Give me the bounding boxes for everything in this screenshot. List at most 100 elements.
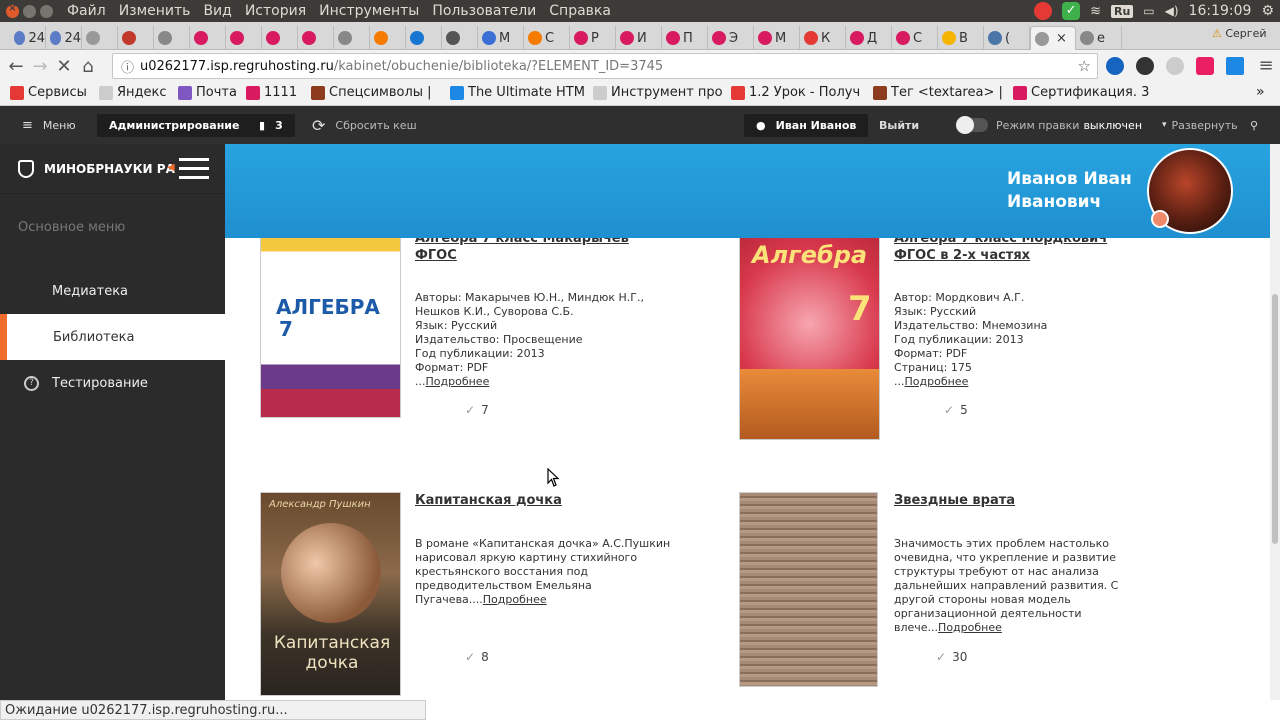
profile-name[interactable]: Иванов Иван Иванович [1007, 168, 1147, 214]
wifi-icon[interactable]: ≋ [1090, 4, 1101, 19]
battery-icon[interactable]: ▭ [1143, 4, 1154, 18]
menu-edit[interactable]: Изменить [119, 3, 191, 19]
menu-tools[interactable]: Инструменты [319, 3, 419, 19]
browser-tab[interactable]: С [524, 26, 570, 50]
scrollbar-thumb[interactable] [1272, 294, 1278, 544]
likes-counter[interactable]: ✓ 30 [936, 650, 967, 664]
extension-icon-3[interactable] [1166, 57, 1184, 75]
sidebar-item-biblioteka[interactable]: Библиотека [0, 314, 225, 360]
bookmark-item[interactable]: 1.2 Урок - Получ [731, 85, 860, 100]
sidebar-item-testirovanie[interactable]: ? Тестирование [0, 360, 225, 406]
expand-button[interactable]: ▾ Развернуть [1162, 106, 1238, 144]
window-maximize-button[interactable] [40, 4, 53, 18]
bookmark-item[interactable]: Тег <textarea> | [873, 85, 1003, 100]
browser-tab[interactable]: М [754, 26, 800, 50]
book-title[interactable]: Алгебра 7 класс Макарычев ФГОС [415, 238, 675, 264]
power-gear-icon[interactable]: ⚙ [1261, 3, 1274, 19]
book-cover[interactable]: Александр Пушкин Капитанская дочка [260, 492, 401, 696]
menu-help[interactable]: Справка [549, 3, 611, 19]
tab-close-icon[interactable]: × [1056, 31, 1067, 46]
home-button[interactable]: ⌂ [76, 56, 100, 77]
avatar[interactable] [1147, 148, 1233, 234]
browser-tab[interactable]: В [938, 26, 984, 50]
extension-icon-2[interactable] [1136, 57, 1154, 75]
browser-tab[interactable] [262, 26, 298, 50]
sidebar-item-mediateka[interactable]: Медиатека [0, 268, 225, 314]
bookmark-star-icon[interactable]: ☆ [1078, 57, 1091, 75]
bookmark-item[interactable]: Почта [178, 85, 237, 100]
browser-tab[interactable]: К [800, 26, 846, 50]
browser-tab[interactable] [154, 26, 190, 50]
toggle-switch[interactable] [956, 116, 988, 134]
administration-button[interactable]: Администрирование [97, 113, 252, 137]
profile-warning[interactable]: ⚠ Сергей [1212, 27, 1267, 40]
admin-menu-button[interactable]: ≡ Меню [22, 106, 76, 144]
browser-tab[interactable] [406, 26, 442, 50]
browser-tab[interactable] [190, 26, 226, 50]
extension-icon-5[interactable] [1226, 57, 1244, 75]
browser-tab[interactable]: И [616, 26, 662, 50]
window-close-button[interactable]: × [6, 3, 19, 18]
hamburger-icon[interactable] [179, 158, 209, 185]
url-field[interactable]: ⓘ u0262177.isp.regruhosting.ru/kabinet/o… [112, 53, 1098, 79]
browser-tab[interactable]: Д [846, 26, 892, 50]
notifications-button[interactable]: ▮ 3 [247, 113, 295, 137]
clock[interactable]: 16:19:09 [1189, 3, 1252, 19]
browser-tab[interactable]: × [1030, 26, 1076, 50]
likes-counter[interactable]: ✓ 7 [465, 403, 489, 417]
browser-tab[interactable] [226, 26, 262, 50]
book-title[interactable]: Алгебра 7 класс Мордкович ФГОС в 2-х час… [894, 238, 1154, 264]
record-icon[interactable] [1034, 2, 1053, 20]
sidebar-brand[interactable]: МИНОБРНАУКИ РА ◀ [0, 144, 225, 194]
bookmark-item[interactable]: Инструмент про [593, 85, 723, 100]
browser-tab[interactable] [118, 26, 154, 50]
browser-tab[interactable]: М [478, 26, 524, 50]
collapse-arrow-icon[interactable]: ◀ [167, 162, 175, 173]
more-link[interactable]: Подробнее [483, 593, 547, 606]
info-icon[interactable]: ⓘ [121, 57, 134, 76]
browser-tab[interactable]: Э [708, 26, 754, 50]
more-link[interactable]: Подробнее [905, 375, 969, 388]
bookmarks-overflow-icon[interactable]: » [1256, 84, 1265, 100]
stop-loading-button[interactable]: ✕ [52, 56, 76, 77]
more-link[interactable]: Подробнее [426, 375, 490, 388]
browser-tab[interactable] [334, 26, 370, 50]
logout-button[interactable]: Выйти [879, 106, 919, 144]
browser-tab[interactable]: е [1076, 26, 1122, 50]
pin-icon[interactable]: ⚲ [1250, 106, 1258, 144]
bookmark-item[interactable]: Спецсимволы | [311, 85, 432, 100]
bookmark-item[interactable]: Яндекс [99, 85, 167, 100]
menu-view[interactable]: Вид [203, 3, 231, 19]
more-link[interactable]: Подробнее [938, 621, 1002, 634]
browser-tab[interactable]: 24 [46, 26, 82, 50]
browser-tab[interactable]: П [662, 26, 708, 50]
browser-tab[interactable]: Р [570, 26, 616, 50]
browser-menu-icon[interactable]: ≡ [1254, 55, 1278, 76]
bookmark-item[interactable]: The Ultimate HTM [450, 85, 585, 100]
check-icon[interactable]: ✓ [1062, 2, 1081, 20]
book-cover[interactable]: АЛГЕБРА 7 [260, 238, 401, 418]
extension-icon-4[interactable] [1196, 57, 1214, 75]
likes-counter[interactable]: ✓ 5 [944, 403, 968, 417]
menu-file[interactable]: Файл [67, 3, 106, 19]
extension-icon-1[interactable] [1106, 57, 1124, 75]
forward-button[interactable]: → [28, 56, 52, 77]
browser-tab[interactable]: С [892, 26, 938, 50]
browser-tab[interactable] [298, 26, 334, 50]
browser-tab[interactable] [82, 26, 118, 50]
bookmark-item[interactable]: Сертификация. 3 [1013, 85, 1149, 100]
menu-users[interactable]: Пользователи [432, 3, 536, 19]
browser-tab[interactable] [442, 26, 478, 50]
admin-user-button[interactable]: ● Иван Иванов [744, 113, 869, 137]
browser-tab[interactable] [370, 26, 406, 50]
book-title[interactable]: Звездные врата [894, 492, 1154, 509]
volume-icon[interactable]: ◀) [1165, 4, 1179, 18]
edit-mode-toggle[interactable]: Режим правки выключен [956, 106, 1142, 144]
likes-counter[interactable]: ✓ 8 [465, 650, 489, 664]
bookmark-item[interactable]: Сервисы [10, 85, 87, 100]
back-button[interactable]: ← [4, 56, 28, 77]
menu-history[interactable]: История [245, 3, 306, 19]
bookmark-item[interactable]: 1111 [246, 85, 297, 100]
browser-tab[interactable]: ( [984, 26, 1030, 50]
book-cover[interactable]: Алгебра 7 [739, 238, 880, 440]
